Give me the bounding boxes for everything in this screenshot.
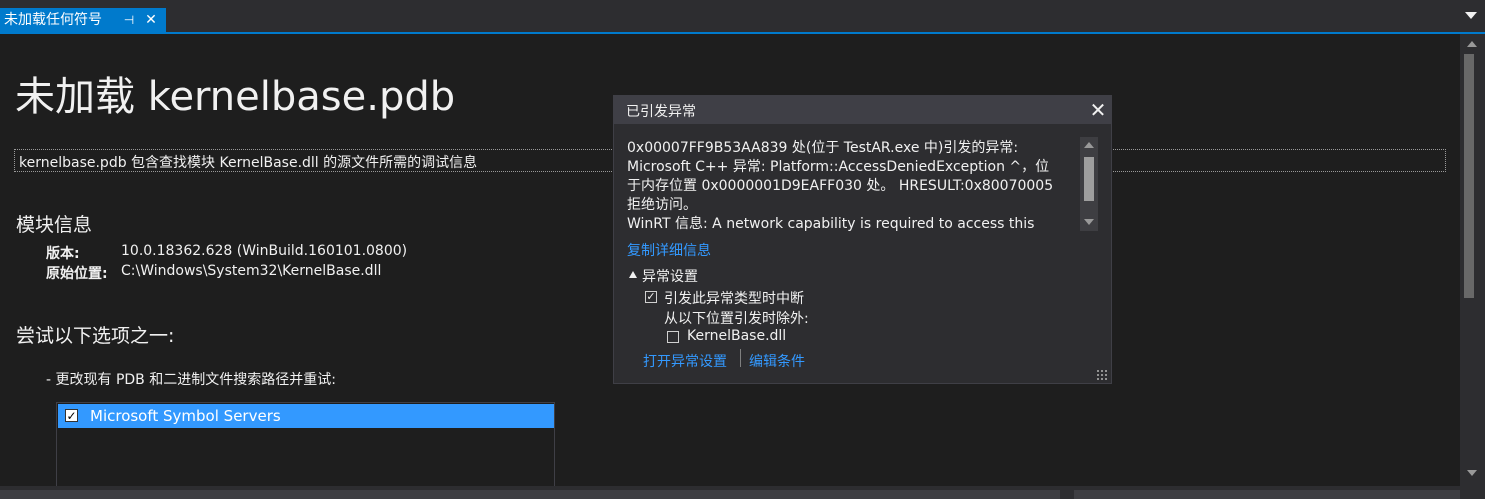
exception-message[interactable]: 0x00007FF9B53AA839 处(位于 TestAR.exe 中)引发的…: [626, 137, 1098, 233]
scrollbar-thumb[interactable]: [1464, 54, 1474, 298]
original-location-label: 原始位置:: [46, 266, 108, 282]
chevron-down-icon[interactable]: [1465, 12, 1477, 19]
except-when-thrown-from-label: 从以下位置引发时除外:: [664, 311, 809, 327]
exception-settings-heading: 异常设置: [642, 269, 698, 285]
copy-details-link[interactable]: 复制详细信息: [627, 240, 711, 260]
message-scrollbar[interactable]: [1080, 137, 1098, 231]
open-exception-settings-link[interactable]: 打开异常设置: [643, 351, 727, 371]
scrollbar-track-segment: [1074, 490, 1460, 499]
message-line: 于内存位置 0x0000001D9EAFF030 处。 HRESULT:0x80…: [627, 178, 1054, 194]
option-change-search-paths: - 更改现有 PDB 和二进制文件搜索路径并重试:: [46, 372, 336, 388]
kernelbase-checkbox[interactable]: [667, 331, 679, 343]
scroll-down-icon[interactable]: [1467, 470, 1477, 476]
message-line: Microsoft C++ 异常: Platform::AccessDenied…: [627, 159, 1050, 175]
version-label: 版本:: [46, 246, 80, 262]
exception-helper-popup: 已引发异常 ✕ 0x00007FF9B53AA839 处(位于 TestAR.e…: [613, 95, 1112, 384]
popup-header[interactable]: 已引发异常 ✕: [614, 96, 1111, 124]
vs-debugger-window: 未加载任何符号 ⊣ ✕ 未加载 kernelbase.pdb kernelbas…: [0, 0, 1485, 499]
scrollbar-thumb[interactable]: [0, 490, 1060, 499]
tab-no-symbols-loaded[interactable]: 未加载任何符号 ⊣ ✕: [0, 8, 166, 32]
scroll-down-icon[interactable]: [1084, 219, 1094, 225]
close-icon[interactable]: ✕: [143, 8, 159, 32]
symbol-server-label: Microsoft Symbol Servers: [90, 407, 281, 425]
scroll-up-icon[interactable]: [1467, 41, 1477, 47]
kernelbase-label[interactable]: KernelBase.dll: [687, 328, 786, 344]
page-title: 未加载 kernelbase.pdb: [15, 74, 456, 120]
collapse-triangle-icon[interactable]: [629, 271, 637, 278]
version-value: 10.0.18362.628 (WinBuild.160101.0800): [121, 243, 408, 259]
description-text: kernelbase.pdb 包含查找模块 KernelBase.dll 的源文…: [19, 155, 478, 171]
popup-title: 已引发异常: [626, 104, 696, 120]
message-line: 拒绝访问。: [627, 197, 697, 213]
symbol-server-list[interactable]: ✓ Microsoft Symbol Servers: [56, 402, 555, 486]
close-icon[interactable]: ✕: [1087, 97, 1109, 123]
scroll-up-icon[interactable]: [1084, 142, 1094, 148]
document-tab-strip: 未加载任何符号 ⊣ ✕: [0, 0, 1485, 32]
scrollbar-thumb[interactable]: [1084, 157, 1094, 201]
tab-label: 未加载任何符号: [4, 12, 102, 28]
module-info-heading: 模块信息: [16, 214, 93, 236]
vertical-scrollbar[interactable]: [1460, 34, 1485, 486]
message-line: 0x00007FF9B53AA839 处(位于 TestAR.exe 中)引发的…: [627, 140, 1019, 156]
resize-grip-icon[interactable]: [1096, 369, 1108, 381]
list-item[interactable]: ✓ Microsoft Symbol Servers: [58, 404, 554, 428]
pin-icon[interactable]: ⊣: [121, 8, 137, 32]
edit-conditions-link[interactable]: 编辑条件: [749, 351, 805, 371]
options-heading: 尝试以下选项之一:: [16, 325, 175, 347]
break-on-exception-label[interactable]: 引发此异常类型时中断: [664, 288, 804, 308]
link-separator: [740, 349, 741, 367]
break-on-exception-checkbox[interactable]: ✓: [645, 291, 657, 303]
original-location-value: C:\Windows\System32\KernelBase.dll: [121, 263, 382, 279]
horizontal-scrollbar[interactable]: [0, 486, 1485, 499]
message-line: WinRT 信息: A network capability is requir…: [627, 216, 1035, 232]
symbol-server-checkbox[interactable]: ✓: [65, 409, 78, 422]
